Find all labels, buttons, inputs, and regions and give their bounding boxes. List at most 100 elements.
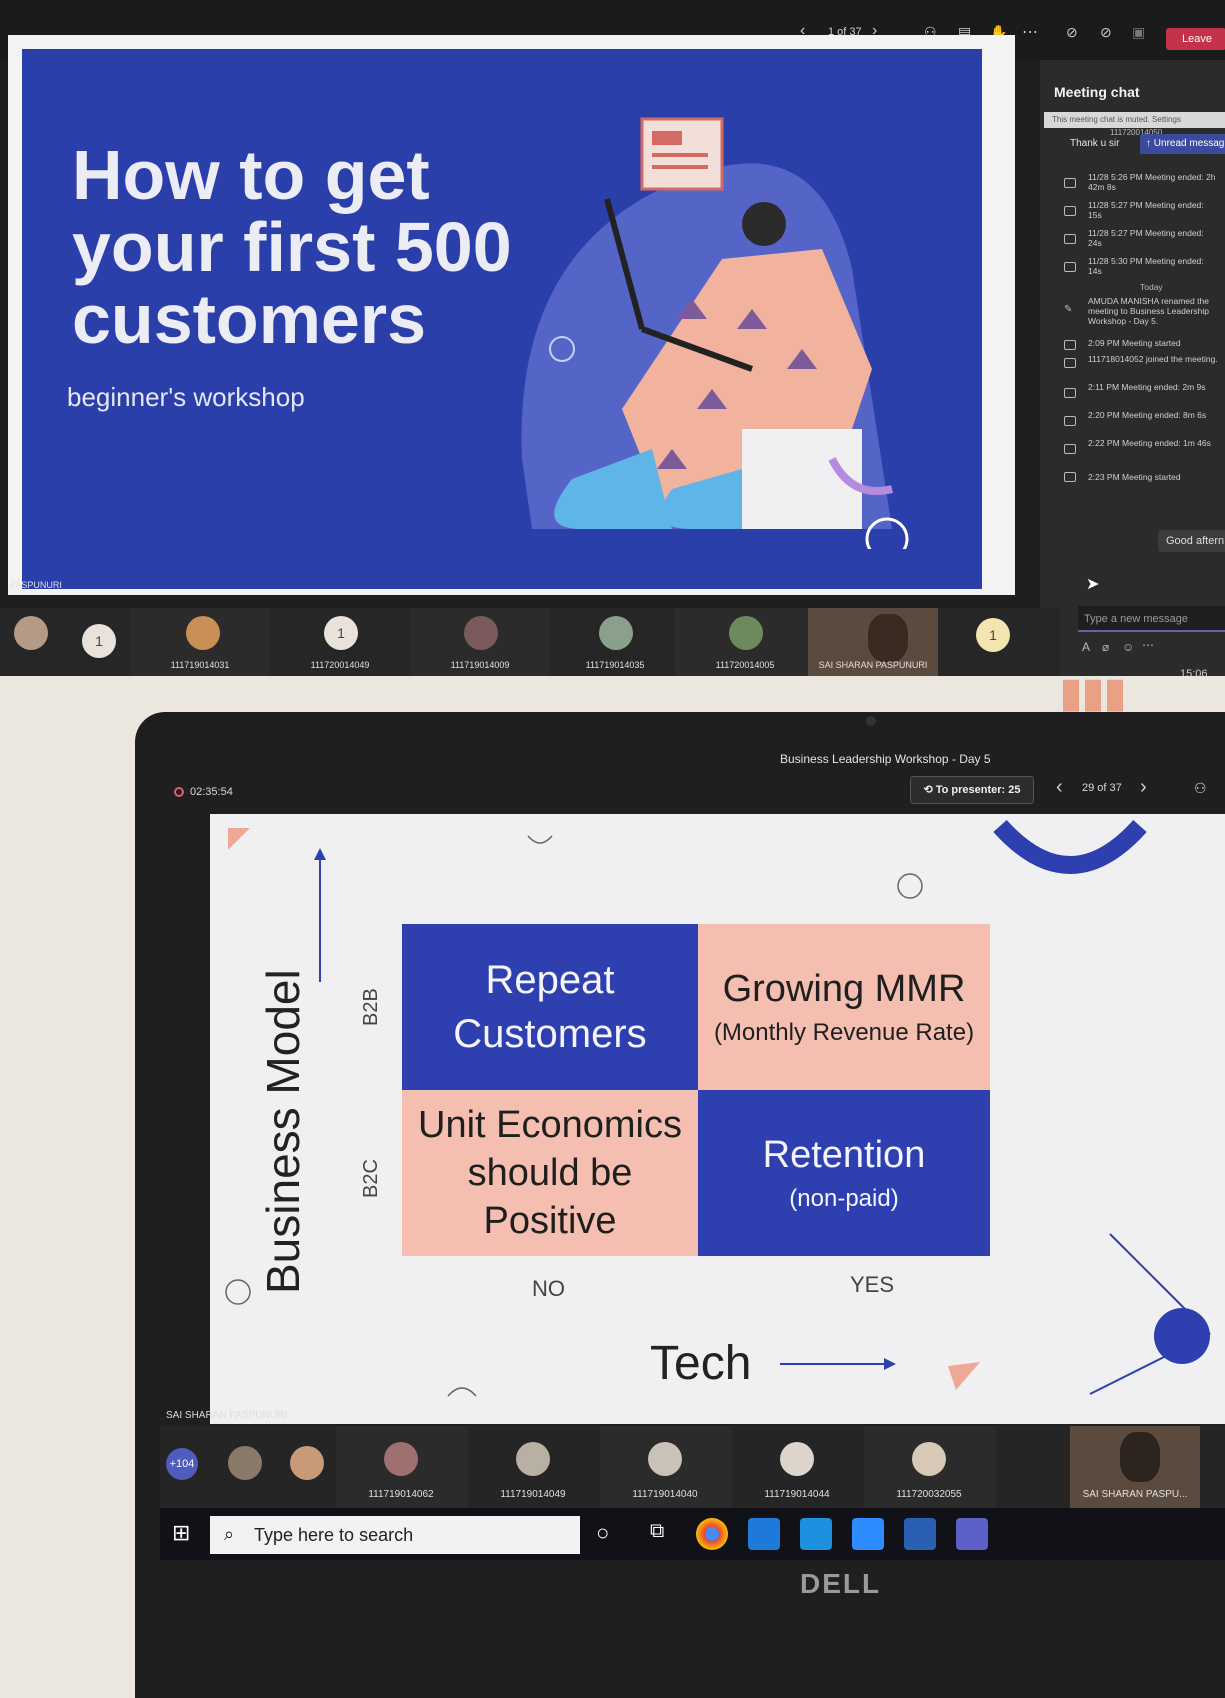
windows-taskbar: ⊞ Type here to search ⌕ ○ ⧉ bbox=[160, 1508, 1225, 1560]
b2b-label: B2B bbox=[360, 988, 382, 1026]
participant-name: 111719014031 bbox=[170, 660, 230, 670]
chat-event: 2:11 PM Meeting ended: 2m 9s bbox=[1088, 382, 1206, 392]
participant-tile[interactable]: 1 bbox=[10, 608, 130, 676]
avatar[interactable] bbox=[228, 1446, 262, 1480]
chat-message-text: Thank u sir bbox=[1070, 138, 1120, 149]
to-presenter-button[interactable]: ⟲ To presenter: 25 bbox=[910, 776, 1034, 804]
attach-icon[interactable]: ⌀ bbox=[1102, 640, 1109, 654]
search-icon: ⌕ bbox=[224, 1524, 235, 1544]
quadrant-text: Customers bbox=[453, 1012, 647, 1056]
participant-tile[interactable]: 111719014035 bbox=[545, 608, 685, 676]
shared-slide-1: How to get your first 500 customers begi… bbox=[8, 35, 1015, 595]
y-axis-label: Business Model bbox=[257, 969, 309, 1294]
clock: 15:06 bbox=[1180, 668, 1208, 676]
meeting-timer: 02:35:54 bbox=[190, 786, 233, 798]
avatar bbox=[780, 1442, 814, 1476]
zoom-icon[interactable] bbox=[852, 1518, 884, 1550]
participant-name: 111720032055 bbox=[896, 1489, 962, 1500]
avatar bbox=[384, 1442, 418, 1476]
participant-tile[interactable]: 111720032055 bbox=[864, 1426, 996, 1510]
share-icon[interactable]: ▣ bbox=[1132, 24, 1145, 41]
participant-tile[interactable]: 111719014049 bbox=[468, 1426, 600, 1510]
chat-event: 11/28 5:26 PM Meeting ended: 2h 42m 8s bbox=[1088, 172, 1216, 192]
task-view-icon[interactable]: ⧉ bbox=[650, 1520, 664, 1543]
unread-messages-button[interactable]: ↑ Unread messag bbox=[1140, 134, 1225, 154]
participant-tile[interactable]: 1 bbox=[940, 608, 1060, 676]
windows-start-icon[interactable]: ⊞ bbox=[172, 1520, 190, 1546]
call-icon bbox=[1064, 388, 1076, 398]
chat-event: 11/28 5:27 PM Meeting ended: 24s bbox=[1088, 228, 1204, 248]
x-axis-label: Tech bbox=[650, 1337, 752, 1390]
today-divider: Today bbox=[1140, 282, 1163, 292]
teams-icon[interactable] bbox=[956, 1518, 988, 1550]
more-participants-count[interactable]: +104 bbox=[166, 1448, 198, 1480]
participant-name: 111719014044 bbox=[764, 1489, 830, 1500]
b2c-label: B2C bbox=[360, 1159, 382, 1198]
laptop-screen: Business Leadership Workshop - Day 5 02:… bbox=[160, 738, 1225, 1588]
chrome-icon[interactable] bbox=[696, 1518, 728, 1550]
mouse-cursor-icon: ➤ bbox=[1086, 576, 1100, 593]
camera-off-icon[interactable]: ⊘ bbox=[1066, 24, 1078, 41]
avatar bbox=[186, 616, 220, 650]
avatar[interactable] bbox=[290, 1446, 324, 1480]
people-icon[interactable]: ⚇ bbox=[1194, 780, 1207, 797]
teams-meeting-screen-top: ‹ 1 of 37 › ⚇ ▤ ✋ ⋯ ⊘ ⊘ ▣ Leave How to g… bbox=[0, 0, 1225, 676]
participant-name: 111719014009 bbox=[450, 660, 510, 670]
participant-tile[interactable]: 111720014005 bbox=[675, 608, 815, 676]
instagram-icon[interactable] bbox=[800, 1518, 832, 1550]
emoji-icon[interactable]: ☺ bbox=[1122, 640, 1134, 654]
meeting-title: Business Leadership Workshop - Day 5 bbox=[780, 752, 991, 766]
more-icon[interactable]: ⋯ bbox=[1142, 638, 1154, 652]
participant-strip: +104 111719014062 111719014049 111719014… bbox=[160, 1426, 1225, 1510]
participant-name: SAI SHARAN PASPUNURI bbox=[818, 660, 928, 670]
participant-tile[interactable]: 111719014031 bbox=[130, 608, 270, 676]
presenter-name-label: PASPUNURI bbox=[10, 580, 62, 590]
next-slide-icon[interactable]: › bbox=[1140, 776, 1147, 799]
recording-icon bbox=[174, 787, 184, 797]
more-options-icon[interactable]: ⋯ bbox=[1022, 22, 1038, 42]
avatar bbox=[516, 1442, 550, 1476]
participant-tile[interactable]: 111719014044 bbox=[732, 1426, 864, 1510]
participant-tile[interactable]: 1 111720014049 bbox=[270, 608, 410, 676]
word-icon[interactable] bbox=[904, 1518, 936, 1550]
chat-muted-notice[interactable]: This meeting chat is muted. Settings bbox=[1044, 112, 1225, 128]
participant-name: SAI SHARAN PASPU... bbox=[1082, 1489, 1188, 1500]
participant-tile[interactable]: 111719014009 bbox=[410, 608, 550, 676]
avatar bbox=[464, 616, 498, 650]
x-axis-yes-label: YES bbox=[850, 1272, 895, 1297]
chat-event: 2:22 PM Meeting ended: 1m 46s bbox=[1088, 438, 1211, 448]
mic-off-icon[interactable]: ⊘ bbox=[1100, 24, 1112, 41]
call-icon bbox=[1064, 262, 1076, 272]
background-poster: ▮▮▮ bbox=[1060, 676, 1127, 715]
chat-event: 11/28 5:30 PM Meeting ended: 14s bbox=[1088, 256, 1204, 276]
chat-message-bubble: Good aftern bbox=[1158, 530, 1225, 552]
avatar bbox=[599, 616, 633, 650]
call-icon bbox=[1064, 472, 1076, 482]
chat-header: Meeting chat bbox=[1054, 84, 1140, 100]
person-with-laptop-illustration bbox=[521, 117, 909, 549]
pencil-icon: ✎ bbox=[1064, 304, 1073, 315]
to-presenter-label: To presenter: 25 bbox=[935, 784, 1021, 796]
mail-icon[interactable] bbox=[748, 1518, 780, 1550]
taskbar-search-box[interactable]: Type here to search bbox=[210, 1516, 580, 1554]
quadrant-text: should be bbox=[467, 1152, 633, 1194]
participant-tile[interactable]: 111719014040 bbox=[600, 1426, 732, 1510]
participant-name: 111720014005 bbox=[715, 660, 775, 670]
presenter-video-tile[interactable]: SAI SHARAN PASPUNURI bbox=[808, 608, 938, 676]
cortana-icon[interactable]: ○ bbox=[596, 1520, 609, 1546]
quadrant-subtitle: (Monthly Revenue Rate) bbox=[713, 1019, 975, 1046]
participant-name: 111719014040 bbox=[632, 1489, 698, 1500]
quadrant-text: Positive bbox=[483, 1200, 617, 1242]
avatar bbox=[912, 1442, 946, 1476]
participant-tile[interactable]: 111719014062 bbox=[336, 1426, 468, 1510]
quadrant-growing-mmr: Growing MMR (Monthly Revenue Rate) bbox=[698, 924, 990, 1090]
participant-name: 111720014049 bbox=[310, 660, 370, 670]
previous-slide-icon[interactable]: ‹ bbox=[1056, 776, 1063, 799]
chat-message-input[interactable]: Type a new message bbox=[1078, 606, 1225, 632]
presenter-video-tile[interactable]: SAI SHARAN PASPU... bbox=[1070, 1426, 1200, 1510]
format-icon[interactable]: A bbox=[1082, 640, 1090, 654]
leave-button[interactable]: Leave bbox=[1166, 28, 1225, 50]
unread-messages-label: Unread messag bbox=[1153, 138, 1225, 149]
participant-name: 111719014049 bbox=[500, 1489, 566, 1500]
meeting-chat-panel: Meeting chat This meeting chat is muted.… bbox=[1040, 60, 1225, 676]
